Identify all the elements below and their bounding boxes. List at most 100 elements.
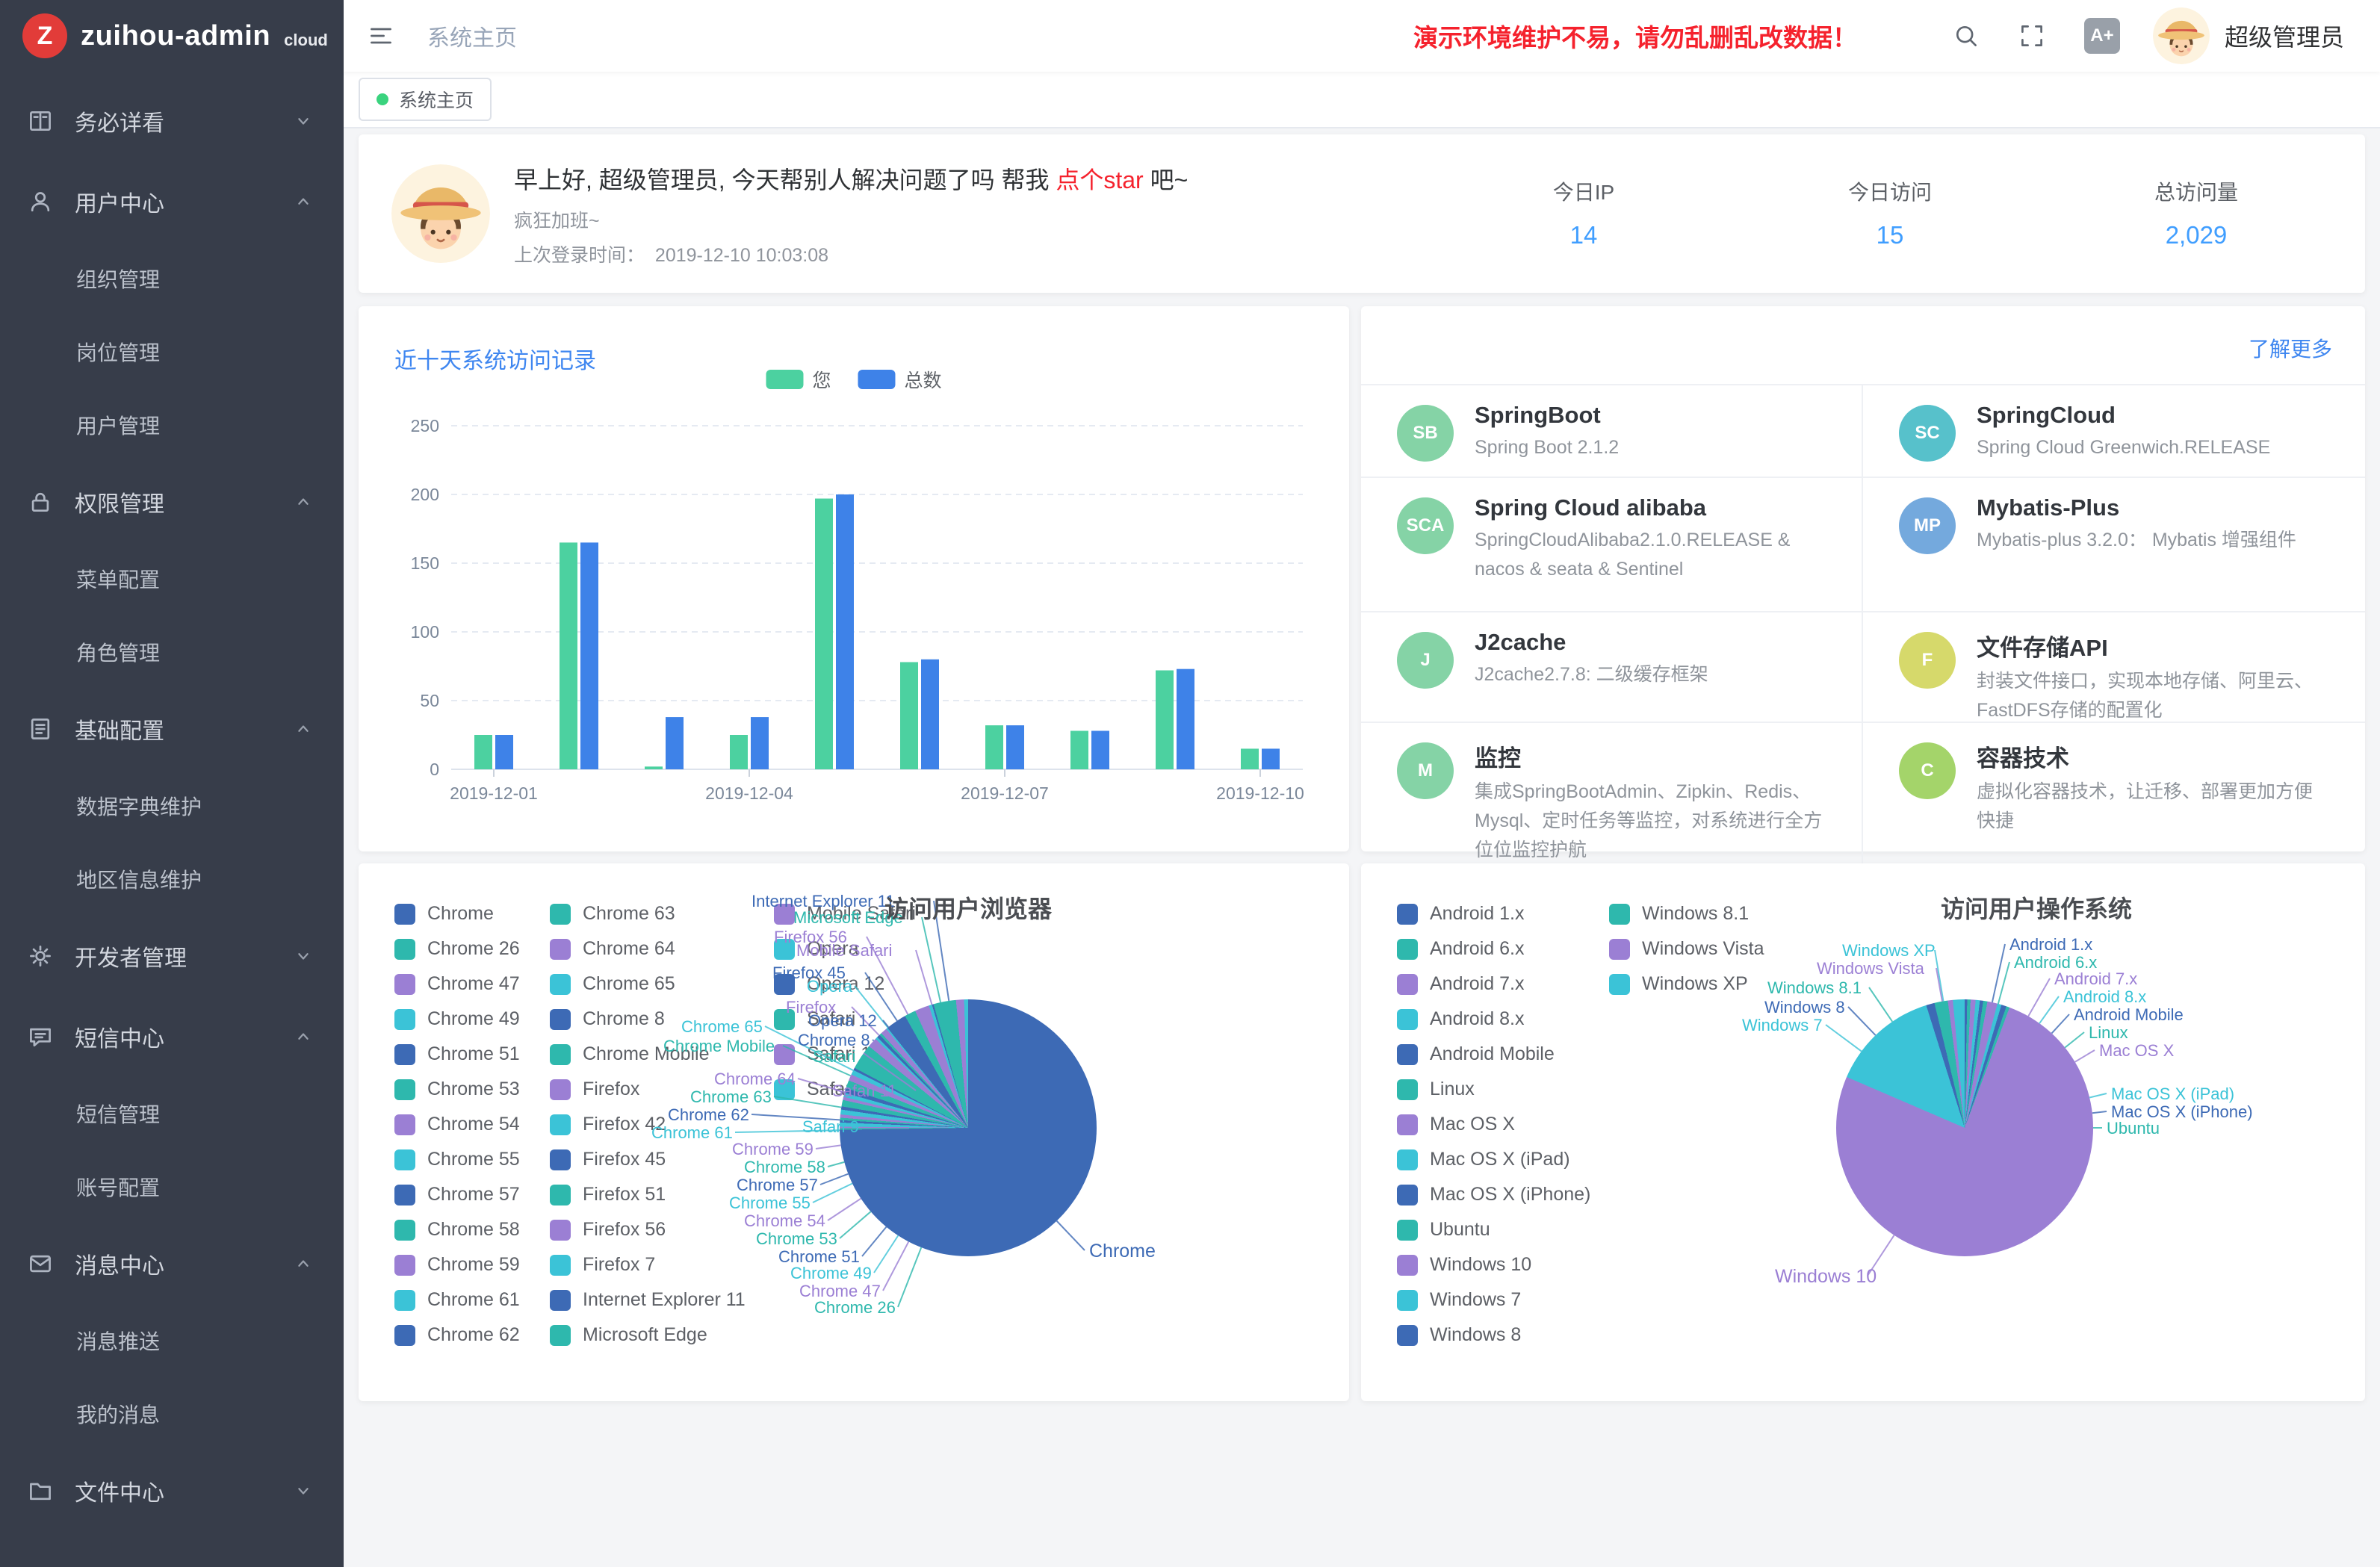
browser-pie-card: 访问用户浏览器 ChromeChrome 26Chrome 47Chrome 4… xyxy=(359,863,1349,1401)
legend-item[interactable]: Mac OS X (iPhone) xyxy=(1397,1177,1609,1212)
sidebar-item-基础配置[interactable]: 基础配置 xyxy=(0,689,344,769)
legend-item[interactable]: Firefox 56 xyxy=(550,1212,774,1247)
os-pie xyxy=(1836,999,2093,1256)
sidebar-subitem-菜单配置[interactable]: 菜单配置 xyxy=(0,542,344,615)
legend-item[interactable]: Chrome 62 xyxy=(394,1318,550,1353)
legend-item[interactable]: Android 6.x xyxy=(1397,931,1609,966)
legend-item[interactable]: Chrome 49 xyxy=(394,1002,550,1037)
legend-marker xyxy=(394,939,415,960)
sidebar-subitem-用户管理[interactable]: 用户管理 xyxy=(0,388,344,462)
legend-item[interactable]: Linux xyxy=(1397,1072,1609,1107)
tech-item-avatar: SB xyxy=(1397,405,1454,462)
current-user-name[interactable]: 超级管理员 xyxy=(2225,19,2344,53)
legend-label: Chrome 61 xyxy=(427,1289,520,1311)
sidebar-subitem-账号配置[interactable]: 账号配置 xyxy=(0,1150,344,1223)
pie-callout-label: Mac OS X xyxy=(2099,1041,2174,1061)
sidebar-subitem-组织管理[interactable]: 组织管理 xyxy=(0,242,344,315)
sidebar-subitem-我的消息[interactable]: 我的消息 xyxy=(0,1377,344,1450)
bar-legend-label: 总数 xyxy=(905,366,942,393)
legend-item[interactable]: Chrome 65 xyxy=(550,966,774,1002)
pie-callout-label: Windows 7 xyxy=(1742,1016,1823,1035)
sidebar-item-权限管理[interactable]: 权限管理 xyxy=(0,462,344,542)
legend-item[interactable]: Firefox 7 xyxy=(550,1247,774,1282)
svg-text:250: 250 xyxy=(411,416,439,435)
star-link[interactable]: 点个star xyxy=(1056,167,1143,193)
legend-item[interactable]: Chrome xyxy=(394,896,550,931)
legend-item[interactable]: Windows Vista xyxy=(1609,931,1788,966)
legend-marker xyxy=(1397,1290,1418,1311)
sidebar-subitem-短信管理[interactable]: 短信管理 xyxy=(0,1077,344,1150)
legend-item[interactable]: Android 7.x xyxy=(1397,966,1609,1002)
legend-item[interactable]: Chrome 64 xyxy=(550,931,774,966)
sidebar-item-短信中心[interactable]: 短信中心 xyxy=(0,996,344,1077)
os-chart-title: 访问用户操作系统 xyxy=(1941,890,2132,925)
svg-text:2019-12-07: 2019-12-07 xyxy=(961,784,1049,803)
sidebar-item-用户中心[interactable]: 用户中心 xyxy=(0,161,344,242)
legend-item[interactable]: Chrome 54 xyxy=(394,1107,550,1142)
legend-item[interactable]: Chrome 59 xyxy=(394,1247,550,1282)
sidebar-subitem-消息推送[interactable]: 消息推送 xyxy=(0,1304,344,1377)
os-pie-card: 访问用户操作系统 Android 1.xAndroid 6.xAndroid 7… xyxy=(1361,863,2365,1401)
legend-item[interactable]: Chrome 26 xyxy=(394,931,550,966)
legend-item[interactable]: Mac OS X xyxy=(1397,1107,1609,1142)
legend-item[interactable]: Windows XP xyxy=(1609,966,1788,1002)
legend-item[interactable]: Microsoft Edge xyxy=(550,1318,774,1353)
tech-item-title: SpringBoot xyxy=(1475,402,1619,429)
pie-callout-label: Chrome 57 xyxy=(737,1176,818,1195)
tech-item-desc: Mybatis-plus 3.2.0： Mybatis 增强组件 xyxy=(1977,526,2296,555)
pie-callout-label: Opera xyxy=(807,977,852,996)
learn-more-link[interactable]: 了解更多 xyxy=(2249,333,2332,363)
legend-item[interactable]: Chrome 51 xyxy=(394,1037,550,1072)
collapse-menu-icon[interactable] xyxy=(368,19,400,52)
legend-item[interactable]: Chrome 63 xyxy=(550,896,774,931)
font-size-icon[interactable]: A+ xyxy=(2084,18,2120,54)
legend-marker xyxy=(394,1185,415,1205)
legend-item[interactable]: Chrome 61 xyxy=(394,1282,550,1318)
svg-text:2019-12-10: 2019-12-10 xyxy=(1216,784,1304,803)
legend-item[interactable]: Android Mobile xyxy=(1397,1037,1609,1072)
legend-item[interactable]: Mac OS X (iPad) xyxy=(1397,1142,1609,1177)
browser-pie xyxy=(840,999,1097,1256)
sidebar-item-消息中心[interactable]: 消息中心 xyxy=(0,1223,344,1304)
bar-legend-item[interactable]: 您 xyxy=(766,366,831,393)
sidebar-item-文件中心[interactable]: 文件中心 xyxy=(0,1450,344,1531)
pie-callout-label: Windows XP xyxy=(1842,941,1936,961)
legend-item[interactable]: Internet Explorer 11 xyxy=(550,1282,774,1318)
stat-total-visits: 总访问量 2,029 xyxy=(2077,176,2316,249)
legend-label: Firefox 45 xyxy=(583,1149,666,1170)
chevron-down-icon xyxy=(293,1479,317,1503)
legend-item[interactable]: Ubuntu xyxy=(1397,1212,1609,1247)
legend-item[interactable]: Android 1.x xyxy=(1397,896,1609,931)
legend-item[interactable]: Windows 10 xyxy=(1397,1247,1609,1282)
sidebar-subitem-地区信息维护[interactable]: 地区信息维护 xyxy=(0,843,344,916)
sidebar-item-label: 短信中心 xyxy=(75,1020,293,1053)
legend-item[interactable]: Chrome 57 xyxy=(394,1177,550,1212)
legend-label: Windows 8.1 xyxy=(1642,903,1749,925)
legend-label: Chrome 57 xyxy=(427,1184,520,1205)
legend-item[interactable]: Windows 7 xyxy=(1397,1282,1609,1318)
tech-item: M监控集成SpringBootAdmin、Zipkin、Redis、Mysql、… xyxy=(1361,723,1863,881)
legend-item[interactable]: Chrome 55 xyxy=(394,1142,550,1177)
legend-label: Chrome 59 xyxy=(427,1254,520,1276)
chevron-up-icon xyxy=(293,190,317,214)
legend-marker xyxy=(1609,974,1630,995)
tab-home[interactable]: 系统主页 xyxy=(359,78,492,121)
sidebar-item-开发者管理[interactable]: 开发者管理 xyxy=(0,916,344,996)
user-avatar[interactable] xyxy=(2153,7,2210,64)
sidebar-subitem-角色管理[interactable]: 角色管理 xyxy=(0,615,344,689)
sidebar-subitem-数据字典维护[interactable]: 数据字典维护 xyxy=(0,769,344,843)
visit-chart-card: 近十天系统访问记录 您总数 0501001502002502019-12-012… xyxy=(359,306,1349,851)
fullscreen-icon[interactable] xyxy=(2018,19,2051,52)
legend-item[interactable]: Chrome 58 xyxy=(394,1212,550,1247)
legend-item[interactable]: Android 8.x xyxy=(1397,1002,1609,1037)
search-icon[interactable] xyxy=(1953,19,1986,52)
legend-item[interactable]: Chrome 53 xyxy=(394,1072,550,1107)
sidebar-subitem-岗位管理[interactable]: 岗位管理 xyxy=(0,315,344,388)
legend-item[interactable]: Windows 8.1 xyxy=(1609,896,1788,931)
bar-legend-item[interactable]: 总数 xyxy=(858,366,942,393)
chevron-down-icon xyxy=(293,944,317,968)
legend-item[interactable]: Windows 8 xyxy=(1397,1318,1609,1353)
legend-item[interactable]: Chrome 47 xyxy=(394,966,550,1002)
legend-label: Android 8.x xyxy=(1430,1008,1524,1030)
sidebar-item-务必详看[interactable]: 务必详看 xyxy=(0,81,344,161)
